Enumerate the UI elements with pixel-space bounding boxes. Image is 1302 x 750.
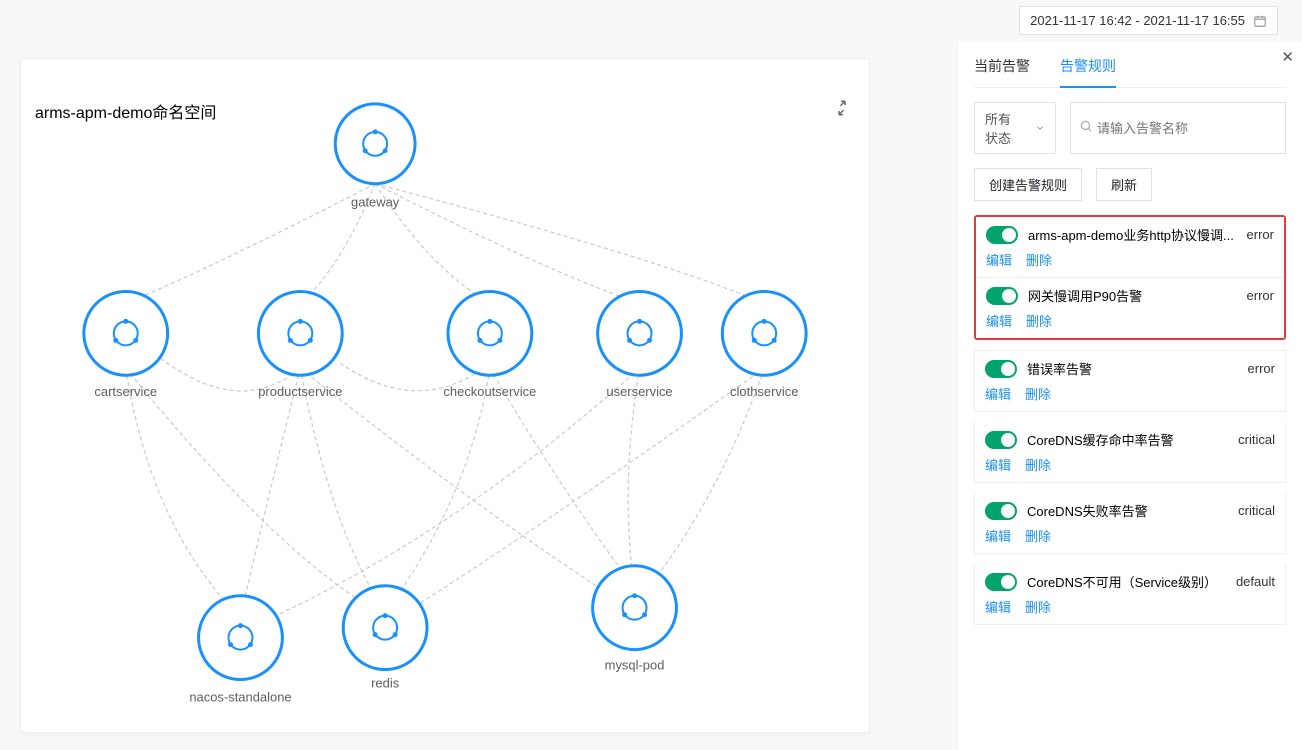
calendar-icon: [1253, 14, 1267, 28]
rule-severity: default: [1236, 574, 1275, 589]
delete-link[interactable]: 删除: [1025, 384, 1051, 403]
svg-text:cartservice: cartservice: [94, 384, 157, 399]
rule-item: 错误率告警 error 编辑 删除: [974, 350, 1286, 412]
delete-link[interactable]: 删除: [1025, 455, 1051, 474]
node-cartservice[interactable]: cartservice: [84, 291, 168, 399]
delete-link[interactable]: 删除: [1026, 311, 1052, 330]
svg-text:checkoutservice: checkoutservice: [443, 384, 536, 399]
node-clothservice[interactable]: clothservice: [722, 291, 806, 399]
rule-toggle[interactable]: [985, 431, 1017, 449]
rule-severity: error: [1247, 288, 1274, 303]
search-icon: [1079, 119, 1093, 138]
svg-text:productservice: productservice: [258, 384, 342, 399]
rule-severity: error: [1248, 361, 1275, 376]
rule-item: CoreDNS失败率告警 critical 编辑 删除: [974, 493, 1286, 554]
create-rule-button[interactable]: 创建告警规则: [974, 168, 1082, 201]
node-nacos[interactable]: nacos-standalone: [189, 596, 291, 705]
filter-state-select[interactable]: 所有状态: [974, 102, 1056, 154]
svg-text:gateway: gateway: [351, 195, 400, 210]
edit-link[interactable]: 编辑: [986, 311, 1012, 330]
rule-name: CoreDNS缓存命中率告警: [1027, 430, 1228, 449]
topology-canvas[interactable]: arms-apm-demo命名空间 gateway: [20, 58, 870, 733]
search-input[interactable]: [1093, 114, 1277, 143]
rule-toggle[interactable]: [985, 360, 1017, 378]
rule-toggle[interactable]: [986, 287, 1018, 305]
rule-name: CoreDNS不可用（Service级别）: [1027, 572, 1226, 591]
node-userservice[interactable]: userservice: [598, 291, 682, 399]
node-checkoutservice[interactable]: checkoutservice: [443, 291, 536, 399]
rule-toggle[interactable]: [986, 226, 1018, 244]
chevron-down-icon: [1035, 121, 1045, 136]
close-icon[interactable]: ✕: [1281, 48, 1294, 66]
alarm-side-panel: ✕ 当前告警 告警规则 所有状态 创建告警规则 刷新 arms-apm-demo…: [957, 42, 1302, 750]
tab-alarm-rules[interactable]: 告警规则: [1060, 50, 1116, 88]
rule-name: 错误率告警: [1027, 359, 1238, 378]
node-gateway[interactable]: gateway: [335, 104, 415, 210]
date-range-picker[interactable]: 2021-11-17 16:42 - 2021-11-17 16:55: [1019, 6, 1278, 35]
delete-link[interactable]: 删除: [1026, 250, 1052, 269]
rule-toggle[interactable]: [985, 502, 1017, 520]
highlighted-rules: arms-apm-demo业务http协议慢调... error 编辑 删除 网…: [974, 215, 1286, 340]
rule-item: CoreDNS缓存命中率告警 critical 编辑 删除: [974, 422, 1286, 483]
node-mysql[interactable]: mysql-pod: [593, 566, 677, 673]
edit-link[interactable]: 编辑: [986, 250, 1012, 269]
delete-link[interactable]: 删除: [1025, 526, 1051, 545]
rule-item: arms-apm-demo业务http协议慢调... error 编辑 删除: [976, 217, 1284, 278]
svg-text:clothservice: clothservice: [730, 384, 798, 399]
svg-text:redis: redis: [371, 676, 400, 691]
rule-severity: critical: [1238, 503, 1275, 518]
edit-link[interactable]: 编辑: [985, 597, 1011, 616]
rule-severity: error: [1247, 227, 1274, 242]
rule-name: arms-apm-demo业务http协议慢调...: [1028, 225, 1237, 244]
svg-text:mysql-pod: mysql-pod: [605, 658, 665, 673]
tab-current-alarm[interactable]: 当前告警: [974, 50, 1030, 87]
rule-name: 网关慢调用P90告警: [1028, 286, 1237, 305]
svg-text:nacos-standalone: nacos-standalone: [189, 689, 291, 704]
node-productservice[interactable]: productservice: [258, 291, 342, 399]
node-redis[interactable]: redis: [343, 586, 427, 691]
refresh-button[interactable]: 刷新: [1096, 168, 1152, 201]
delete-link[interactable]: 删除: [1025, 597, 1051, 616]
search-input-wrap[interactable]: [1070, 102, 1286, 154]
edit-link[interactable]: 编辑: [985, 526, 1011, 545]
edit-link[interactable]: 编辑: [985, 455, 1011, 474]
rule-item: 网关慢调用P90告警 error 编辑 删除: [976, 278, 1284, 338]
rule-severity: critical: [1238, 432, 1275, 447]
edit-link[interactable]: 编辑: [985, 384, 1011, 403]
rule-toggle[interactable]: [985, 573, 1017, 591]
rule-name: CoreDNS失败率告警: [1027, 501, 1228, 520]
date-range-text: 2021-11-17 16:42 - 2021-11-17 16:55: [1030, 13, 1245, 28]
rule-item: CoreDNS不可用（Service级别） default 编辑 删除: [974, 564, 1286, 625]
svg-text:userservice: userservice: [606, 384, 672, 399]
filter-state-label: 所有状态: [985, 109, 1021, 147]
